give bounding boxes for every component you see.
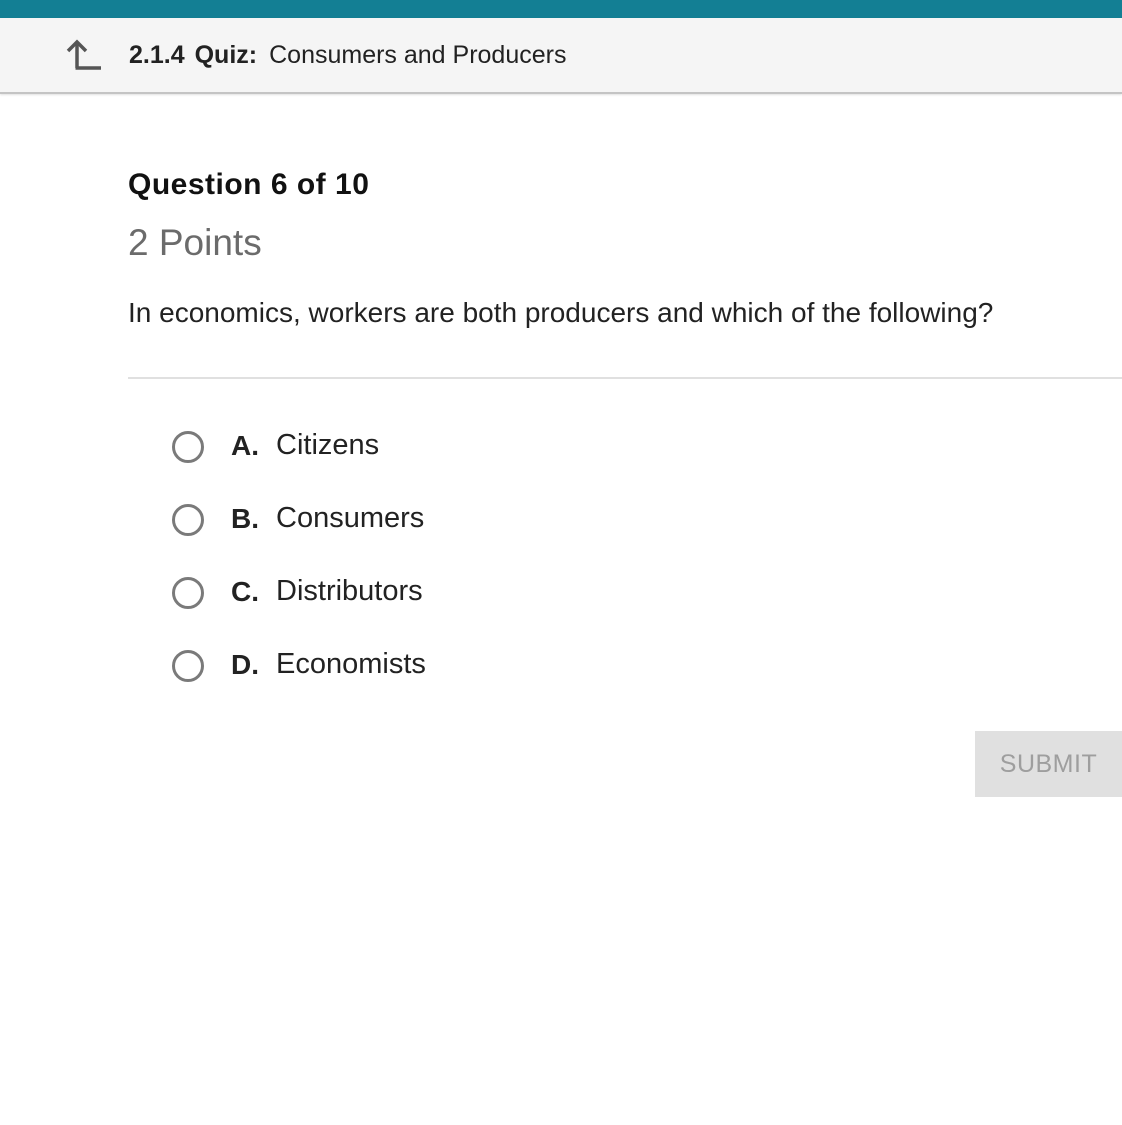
choice-letter: A.: [231, 430, 259, 461]
lesson-title: Consumers and Producers: [269, 41, 567, 69]
choice-d[interactable]: D. Economists: [170, 647, 770, 720]
quiz-label: Quiz:: [194, 41, 258, 69]
choice-text: Distributors: [276, 575, 423, 607]
radio-button-c[interactable]: [172, 577, 204, 609]
submit-button[interactable]: SUBMIT: [975, 731, 1122, 797]
top-accent-bar: [0, 0, 1122, 18]
radio-button-d[interactable]: [172, 650, 204, 682]
back-arrow-icon[interactable]: [64, 38, 102, 72]
quiz-title: 2.1.4 Quiz: Consumers and Producers: [129, 40, 566, 70]
choice-b[interactable]: B. Consumers: [170, 501, 770, 574]
choice-text: Consumers: [276, 502, 425, 534]
question-number: Question 6 of 10: [128, 168, 370, 201]
divider: [128, 377, 1122, 379]
choice-letter: D.: [231, 649, 259, 680]
radio-button-a[interactable]: [172, 431, 204, 463]
radio-button-b[interactable]: [172, 504, 204, 536]
lesson-number: 2.1.4: [129, 41, 185, 69]
choice-c[interactable]: C. Distributors: [170, 574, 770, 647]
choice-text: Economists: [276, 648, 426, 680]
question-prompt: In economics, workers are both producers…: [128, 297, 994, 328]
choice-letter: B.: [231, 503, 259, 534]
question-points: 2 Points: [128, 222, 262, 263]
answer-choices: A. Citizens B. Consumers C. Distributors…: [170, 428, 770, 720]
choice-a[interactable]: A. Citizens: [170, 428, 770, 501]
choice-text: Citizens: [276, 429, 380, 461]
quiz-header: 2.1.4 Quiz: Consumers and Producers: [0, 18, 1122, 94]
choice-letter: C.: [231, 576, 259, 607]
